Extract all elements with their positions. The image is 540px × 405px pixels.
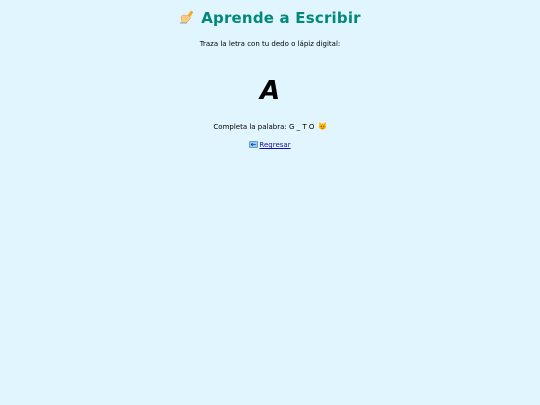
back-arrow-icon [249,141,259,148]
back-link[interactable]: Regresar [249,141,291,149]
word-completion-text: Completa la palabra: G _ T O [213,123,315,131]
trace-letter: A [259,76,281,106]
word-completion-row: Completa la palabra: G _ T O [0,122,540,132]
back-row: Regresar [0,140,540,150]
cat-face-icon [318,122,327,130]
letter-trace-area[interactable]: A [230,71,310,111]
back-link-label: Regresar [259,141,291,149]
page-title: Aprende a Escribir [0,8,540,28]
page: Aprende a Escribir Traza la letra con tu… [0,0,540,405]
writing-hand-icon [179,9,197,25]
trace-instruction: Traza la letra con tu dedo o lápiz digit… [199,40,341,48]
page-title-text: Aprende a Escribir [201,9,361,27]
